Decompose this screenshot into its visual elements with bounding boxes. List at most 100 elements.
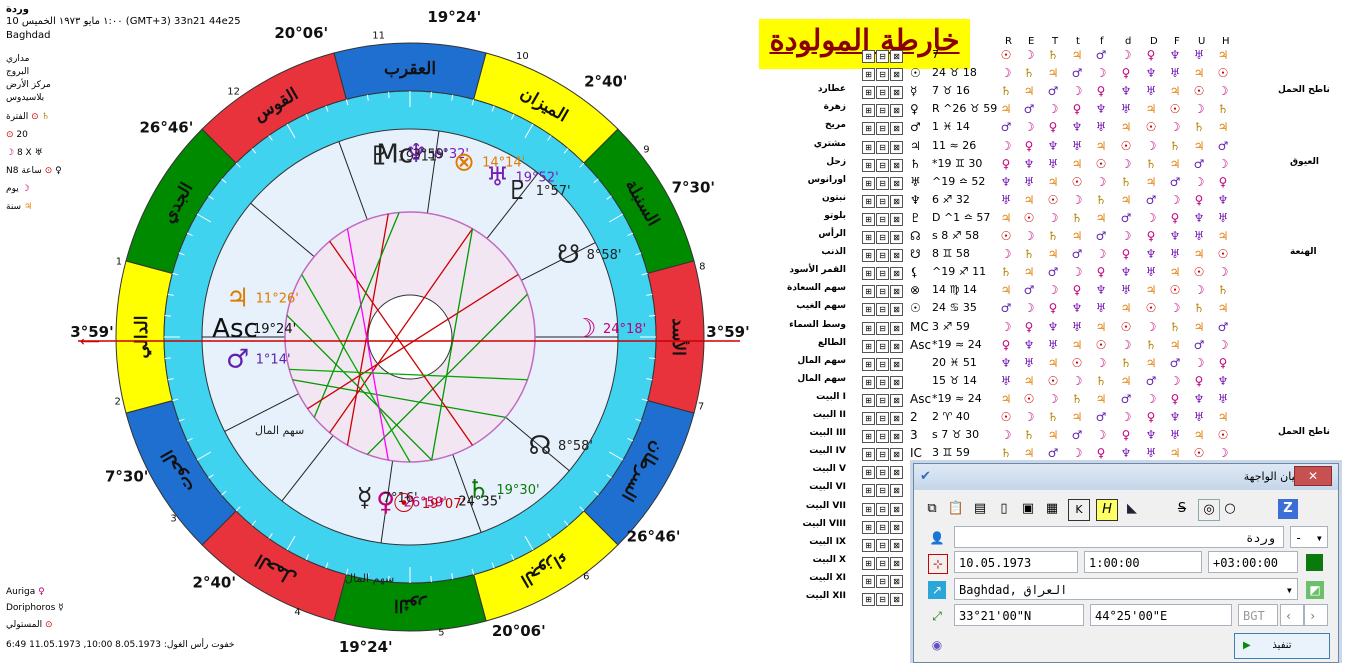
house-number: 7 bbox=[698, 402, 704, 413]
dignity-cell: ☽ bbox=[1169, 120, 1181, 135]
dignity-cell: ♂ bbox=[1095, 48, 1107, 62]
dignity-cell: ☉ bbox=[1120, 138, 1132, 153]
close-button[interactable]: ✕ bbox=[1294, 466, 1332, 486]
row-planet: ☉ bbox=[910, 301, 921, 316]
planet-glyph: ☋ bbox=[557, 240, 580, 270]
dignity-cell: ♀ bbox=[1096, 446, 1106, 461]
mini-box-icon: ⊠ bbox=[890, 176, 903, 190]
dignity-cell: ♆ bbox=[1023, 337, 1035, 352]
row-position: 15 ♉ 14 bbox=[932, 373, 977, 387]
dignity-cell: ♃ bbox=[1023, 446, 1035, 461]
map-icon[interactable]: ◩ bbox=[1306, 581, 1324, 599]
table-row: سهم السعادة ⊞ ⊟ ⊠ ⊗ 14 ♍ 14 ♃ ♂ ☽ ♀ ♆ ♅ ♃ ☉ ☽ ♄ bbox=[760, 283, 1260, 301]
dignity-cell: ♀ bbox=[1072, 102, 1082, 117]
house-number: 12 bbox=[227, 86, 240, 97]
table-column-f: f bbox=[1100, 36, 1104, 47]
row-label: البيت X bbox=[812, 554, 846, 565]
scroll-right-button[interactable]: › bbox=[1304, 604, 1328, 626]
dignity-cell: ♄ bbox=[1193, 301, 1205, 316]
calendar-icon[interactable]: ▦ bbox=[1042, 499, 1062, 519]
target-icon[interactable]: ◉ bbox=[928, 636, 946, 654]
dignity-cell: ♃ bbox=[1120, 192, 1132, 207]
name-dropdown[interactable]: - ▾ bbox=[1290, 526, 1328, 548]
interface-data-dialog: ✔ بيان الواجهة ✕ ⧉ 📋 ▤ ▯ ▣ ▦ K H ◣ S̶ ◎ … bbox=[913, 463, 1339, 663]
paste-icon[interactable]: 📋 bbox=[946, 499, 966, 519]
circle-dot-icon[interactable]: ◎ bbox=[1198, 499, 1220, 521]
document-icon[interactable]: ▤ bbox=[970, 499, 990, 519]
dignity-cell: ♂ bbox=[1023, 102, 1035, 117]
row-planet: ☿ bbox=[910, 84, 918, 99]
execute-button[interactable]: ▶ تنفيذ bbox=[1234, 633, 1330, 659]
k-icon[interactable]: K bbox=[1068, 499, 1090, 521]
dignity-cell: ♆ bbox=[1169, 48, 1181, 62]
dignity-cell: ☽ bbox=[1193, 174, 1205, 189]
dignity-cell: ♆ bbox=[1071, 120, 1083, 135]
strike-icon[interactable]: S̶ bbox=[1172, 499, 1192, 519]
row-position: 14 ♍ 14 bbox=[932, 283, 977, 297]
dignity-cell: ☉ bbox=[1217, 66, 1229, 81]
dignity-cell: ☽ bbox=[1145, 138, 1157, 153]
h-icon[interactable]: H bbox=[1096, 499, 1118, 521]
circle-icon[interactable]: ○ bbox=[1220, 499, 1240, 519]
longitude-field[interactable]: 44°25'00"E bbox=[1090, 604, 1232, 626]
center-label: سهم المال bbox=[345, 572, 394, 585]
planet-degree: 1°57' bbox=[536, 184, 571, 199]
new-file-icon[interactable]: ▯ bbox=[994, 499, 1014, 519]
dignity-cell: ♀ bbox=[1146, 48, 1156, 62]
date-field[interactable]: 10.05.1973 bbox=[954, 551, 1078, 573]
row-position: 2 ♈ 40 bbox=[932, 410, 970, 423]
dignity-cell: ☉ bbox=[1023, 391, 1035, 406]
mini-box-icon: ⊟ bbox=[876, 140, 889, 154]
center-label: سهم المال bbox=[255, 424, 304, 437]
timezone-color-swatch[interactable] bbox=[1306, 554, 1323, 571]
right-label-4: ناطح الحمل bbox=[1278, 427, 1330, 437]
copy-icon[interactable]: ⧉ bbox=[922, 499, 942, 519]
timezone-code-field[interactable]: BGT bbox=[1238, 604, 1278, 626]
row-label: زحل bbox=[826, 156, 846, 167]
mini-box-icon: ⊠ bbox=[890, 448, 903, 462]
dignity-cell: ♂ bbox=[1193, 337, 1205, 352]
planet-degree: 24°35' bbox=[458, 494, 501, 509]
dignity-cell: ♂ bbox=[1000, 301, 1012, 316]
mini-box-icon: ⊠ bbox=[890, 285, 903, 299]
degree-tick bbox=[164, 357, 171, 359]
dignity-cell: ☽ bbox=[1120, 410, 1132, 424]
dignity-cell: ☽ bbox=[1095, 247, 1107, 262]
save-icon[interactable]: ▣ bbox=[1018, 499, 1038, 519]
mini-box-icon: ⊞ bbox=[862, 303, 875, 317]
mini-box-icon: ⊞ bbox=[862, 176, 875, 190]
mini-box-icon: ⊟ bbox=[876, 357, 889, 371]
latitude-field[interactable]: 33°21'00"N bbox=[954, 604, 1084, 626]
bookmark-icon[interactable]: ◣ bbox=[1122, 499, 1142, 519]
mini-box-icon: ⊞ bbox=[862, 212, 875, 226]
name-field[interactable]: وردة bbox=[954, 526, 1284, 548]
dignity-cell: ♀ bbox=[1001, 337, 1011, 352]
dignity-cell: ♃ bbox=[1023, 84, 1035, 99]
row-label: وسط السماء bbox=[789, 319, 846, 330]
dialog-titlebar[interactable]: ✔ بيان الواجهة ✕ bbox=[914, 464, 1338, 490]
mini-box-icon: ⊠ bbox=[890, 104, 903, 118]
row-label: البيت XI bbox=[809, 572, 846, 583]
mini-box-icon: ⊞ bbox=[862, 285, 875, 299]
table-row: ⊞ ⊟ ⊠ 7 ☉ ☽ ♄ ♃ ♂ ☽ ♀ ♆ ♅ ♃ bbox=[760, 48, 1260, 66]
dignity-cell: ☽ bbox=[1023, 301, 1035, 316]
dignity-cell: ♅ bbox=[1169, 247, 1181, 262]
planet-glyph: ♃ bbox=[226, 284, 249, 314]
dignity-cell: ♄ bbox=[1000, 446, 1012, 461]
row-label: زهرة bbox=[823, 102, 846, 113]
row-label: نبتون bbox=[821, 192, 846, 203]
table-column-d: d bbox=[1125, 36, 1132, 47]
dignity-cell: ♃ bbox=[1193, 66, 1205, 81]
dignity-cell: ♅ bbox=[1095, 120, 1107, 135]
place-field[interactable]: Baghdad, العراق ▾ bbox=[954, 578, 1298, 600]
dignity-cell: ☽ bbox=[1217, 84, 1229, 99]
z-icon[interactable]: Z bbox=[1278, 499, 1298, 519]
mini-box-icon: ⊞ bbox=[862, 158, 875, 172]
dignity-cell: ♆ bbox=[1047, 138, 1059, 153]
time-field[interactable]: 1:00:00 bbox=[1084, 551, 1202, 573]
timezone-offset-field[interactable]: +03:00:00 bbox=[1208, 551, 1298, 573]
dignity-cell: ♃ bbox=[1217, 301, 1229, 316]
dignity-cell: ♀ bbox=[1146, 410, 1156, 424]
dignity-cell: ☽ bbox=[1120, 156, 1132, 171]
scroll-left-button[interactable]: ‹ bbox=[1280, 604, 1304, 626]
